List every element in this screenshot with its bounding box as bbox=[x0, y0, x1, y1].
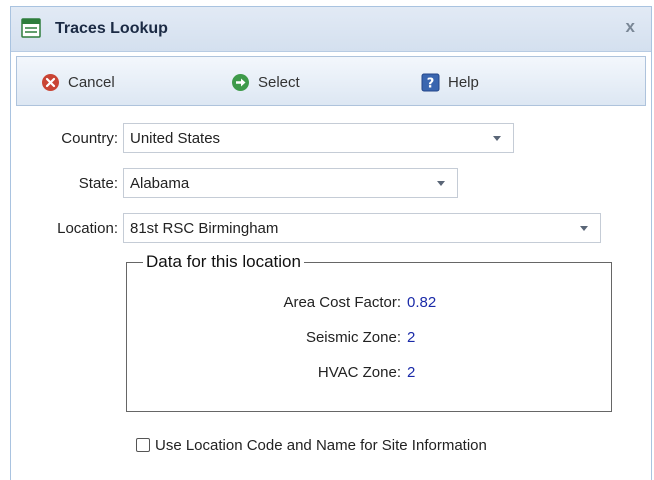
svg-text:?: ? bbox=[427, 76, 435, 91]
seismic-zone-label: Seismic Zone: bbox=[305, 329, 401, 346]
seismic-zone-row: Seismic Zone: 2 bbox=[127, 329, 611, 349]
hvac-zone-label: HVAC Zone: bbox=[317, 364, 401, 381]
country-label: Country: bbox=[61, 130, 118, 147]
country-select[interactable]: United States bbox=[123, 123, 514, 153]
toolbar: Cancel Select ? Help bbox=[16, 56, 646, 106]
area-cost-factor-row: Area Cost Factor: 0.82 bbox=[127, 294, 611, 314]
country-row: Country: United States bbox=[11, 123, 651, 153]
state-select[interactable]: Alabama bbox=[123, 168, 458, 198]
hvac-zone-row: HVAC Zone: 2 bbox=[127, 364, 611, 384]
area-cost-factor-value: 0.82 bbox=[407, 294, 437, 311]
location-data-legend: Data for this location bbox=[143, 252, 304, 272]
location-data-group: Data for this location Area Cost Factor:… bbox=[126, 252, 612, 412]
window-icon bbox=[21, 18, 41, 38]
chevron-down-icon[interactable] bbox=[437, 181, 445, 186]
select-arrow-icon bbox=[231, 73, 250, 92]
state-row: State: Alabama bbox=[11, 168, 651, 198]
cancel-icon bbox=[41, 73, 60, 92]
use-location-code-label: Use Location Code and Name for Site Info… bbox=[155, 436, 487, 454]
seismic-zone-value: 2 bbox=[407, 329, 416, 346]
cancel-button[interactable]: Cancel bbox=[41, 71, 115, 93]
use-location-code-option[interactable]: Use Location Code and Name for Site Info… bbox=[136, 435, 487, 455]
area-cost-factor-label: Area Cost Factor: bbox=[283, 294, 401, 311]
window-title: Traces Lookup bbox=[55, 20, 168, 37]
cancel-label: Cancel bbox=[68, 73, 115, 91]
country-value: United States bbox=[130, 130, 221, 147]
chevron-down-icon[interactable] bbox=[493, 136, 501, 141]
use-location-code-checkbox[interactable] bbox=[136, 438, 150, 452]
chevron-down-icon[interactable] bbox=[580, 226, 588, 231]
location-select[interactable]: 81st RSC Birmingham bbox=[123, 213, 601, 243]
select-button[interactable]: Select bbox=[231, 71, 300, 93]
location-value: 81st RSC Birmingham bbox=[130, 220, 279, 237]
location-label: Location: bbox=[57, 220, 118, 237]
title-bar[interactable]: Traces Lookup x bbox=[11, 7, 651, 52]
select-label: Select bbox=[258, 73, 300, 91]
help-button[interactable]: ? Help bbox=[421, 71, 479, 93]
state-label: State: bbox=[78, 175, 118, 192]
hvac-zone-value: 2 bbox=[407, 364, 416, 381]
state-value: Alabama bbox=[130, 175, 190, 192]
location-row: Location: 81st RSC Birmingham bbox=[11, 213, 651, 243]
help-icon: ? bbox=[421, 73, 440, 92]
help-label: Help bbox=[448, 73, 479, 91]
close-icon[interactable]: x bbox=[626, 17, 635, 37]
traces-lookup-dialog: Traces Lookup x Cancel Select ? Help Cou… bbox=[10, 6, 652, 480]
